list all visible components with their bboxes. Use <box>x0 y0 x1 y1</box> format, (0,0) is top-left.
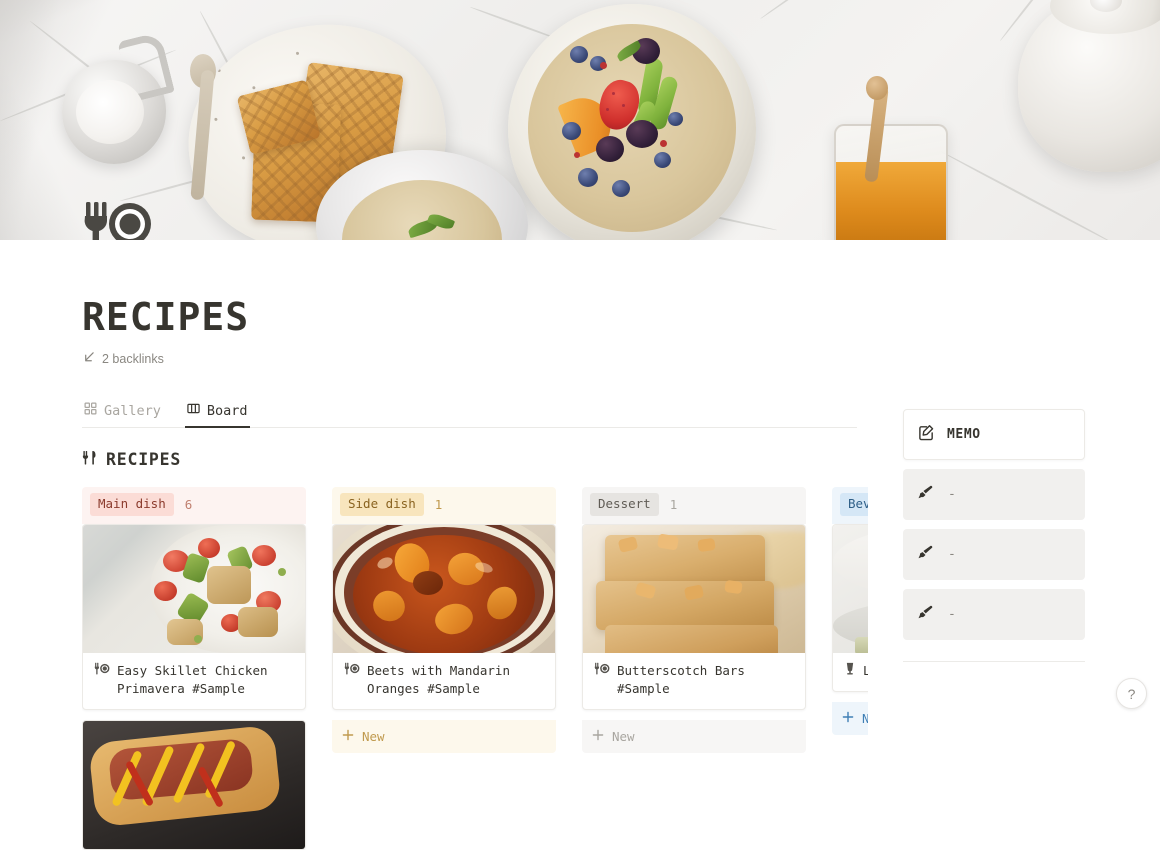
card-title: Easy Skillet Chicken Primavera #Sample <box>83 653 305 709</box>
hero-banner <box>0 0 1160 240</box>
add-new-card-button[interactable]: New <box>832 701 868 735</box>
plus-icon <box>342 729 354 744</box>
column-tag: Side dish <box>340 493 424 516</box>
honey-dipper-head <box>866 76 888 100</box>
memo-divider <box>903 661 1085 662</box>
add-new-card-button[interactable]: New <box>582 720 806 753</box>
card-image-chicken-primavera <box>83 524 305 653</box>
board-column-side-dish: Side dish 1 Beets with Mandarin Oranges … <box>332 487 556 850</box>
recipe-card[interactable]: Lemo <box>832 523 868 692</box>
honey-jar <box>834 124 948 240</box>
column-header[interactable]: Main dish 6 <box>82 487 306 524</box>
board-column-dessert: Dessert 1 Butterscotch Bars #Sample New <box>582 487 806 850</box>
add-new-card-label: New <box>862 710 868 726</box>
board-column-beverage: Beverag <box>832 487 868 850</box>
column-tag: Main dish <box>90 493 174 516</box>
recipe-card[interactable]: Beets with Mandarin Oranges #Sample <box>332 523 556 710</box>
brush-icon <box>917 604 934 625</box>
fork-knife-icon <box>82 450 97 469</box>
fork-plate-icon <box>344 662 360 680</box>
site-logo <box>82 200 152 240</box>
help-button[interactable]: ? <box>1116 678 1147 709</box>
grid-icon <box>84 402 97 419</box>
edit-square-icon <box>918 424 935 445</box>
plus-icon <box>592 729 604 744</box>
memo-item[interactable]: - <box>903 529 1085 580</box>
column-tag: Dessert <box>590 493 659 516</box>
memo-panel: MEMO - - - <box>903 409 1085 662</box>
tab-board-label: Board <box>206 402 248 419</box>
fork-plate-icon <box>94 662 110 680</box>
card-title-text: Lemo <box>863 662 868 680</box>
honey <box>836 162 946 240</box>
card-title: Lemo <box>833 653 868 691</box>
memo-item-text: - <box>948 547 956 562</box>
board-column-main-dish: Main dish 6 Easy Skillet Chicken Primave… <box>82 487 306 850</box>
jug-milk <box>76 80 144 144</box>
recipe-card[interactable]: Butterscotch Bars #Sample <box>582 523 806 710</box>
recipe-card[interactable]: Easy Skillet Chicken Primavera #Sample <box>82 523 306 710</box>
column-count: 6 <box>184 496 193 512</box>
column-header[interactable]: Side dish 1 <box>332 487 556 524</box>
fork-plate-icon <box>594 662 610 680</box>
memo-title: MEMO <box>947 427 981 442</box>
oatmeal-bowl <box>508 4 756 240</box>
card-image-hot-dog <box>83 721 305 849</box>
card-title-text: Butterscotch Bars #Sample <box>617 662 745 696</box>
memo-item-text: - <box>948 607 956 622</box>
brush-icon <box>917 544 934 565</box>
memo-item[interactable]: - <box>903 469 1085 520</box>
tab-gallery-label: Gallery <box>104 402 161 419</box>
column-header[interactable]: Beverag <box>832 487 868 524</box>
tab-board[interactable]: Board <box>184 397 250 428</box>
memo-item[interactable]: - <box>903 589 1085 640</box>
plus-icon <box>842 711 854 726</box>
card-title-text: Easy Skillet Chicken Primavera #Sample <box>117 662 268 696</box>
add-new-card-button[interactable]: New <box>332 720 556 753</box>
arrow-down-left-icon <box>82 351 95 367</box>
card-title-text: Beets with Mandarin Oranges #Sample <box>367 662 510 696</box>
memo-item-text: - <box>948 487 956 502</box>
brush-icon <box>917 484 934 505</box>
add-new-card-label: New <box>612 729 635 744</box>
page-title: RECIPES <box>82 295 250 339</box>
glass-icon <box>844 662 856 680</box>
card-title: Butterscotch Bars #Sample <box>583 653 805 709</box>
column-count: 1 <box>669 496 678 512</box>
backlinks-label: 2 backlinks <box>102 352 164 366</box>
tab-gallery[interactable]: Gallery <box>82 397 163 427</box>
memo-header[interactable]: MEMO <box>903 409 1085 460</box>
backlinks[interactable]: 2 backlinks <box>82 351 1160 367</box>
column-tag: Beverag <box>840 493 868 516</box>
card-image-butterscotch-bars <box>583 524 805 653</box>
columns-icon <box>187 402 200 419</box>
hero-image <box>0 0 1160 240</box>
column-count: 1 <box>434 496 443 512</box>
card-title: Beets with Mandarin Oranges #Sample <box>333 653 555 709</box>
board-section-title: RECIPES <box>106 450 182 469</box>
add-new-card-label: New <box>362 729 385 744</box>
view-tabs: Gallery Board <box>82 397 857 428</box>
recipe-card[interactable] <box>82 720 306 850</box>
card-image-lemonade <box>833 524 868 653</box>
card-image-beets-mandarin <box>333 524 555 653</box>
column-header[interactable]: Dessert 1 <box>582 487 806 524</box>
board-columns: Main dish 6 Easy Skillet Chicken Primave… <box>82 487 868 850</box>
